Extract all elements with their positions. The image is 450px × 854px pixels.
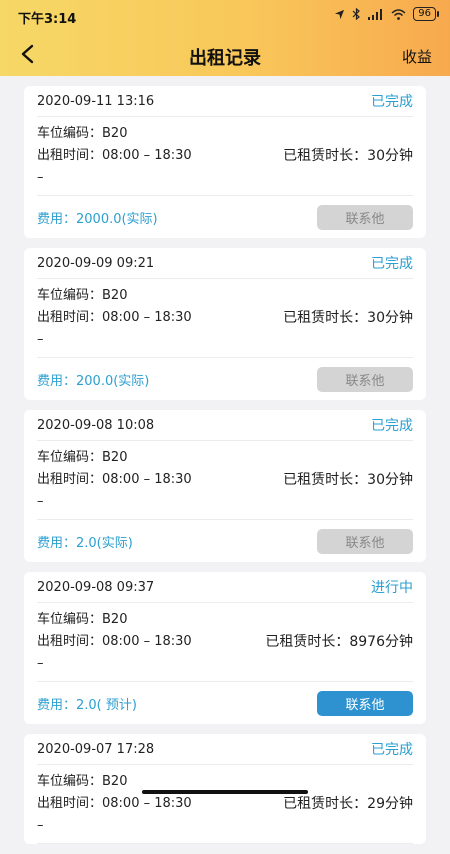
record-duration: 已租赁时长：8976分钟 [265, 634, 413, 650]
record-card: 2020-09-11 13:16 已完成 车位编码：B20 出租时间：08:00… [24, 86, 426, 238]
record-duration: 已租赁时长：29分钟 [283, 796, 413, 812]
record-status: 已完成 [371, 256, 413, 272]
record-status: 已完成 [371, 742, 413, 758]
record-card: 2020-09-09 09:21 已完成 车位编码：B20 出租时间：08:00… [24, 248, 426, 400]
page-title: 出租记录 [189, 48, 261, 69]
contact-button[interactable]: 联系他 [317, 690, 413, 716]
status-icons: 96 [334, 7, 439, 21]
income-link[interactable]: 收益 [402, 46, 432, 67]
record-datetime: 2020-09-08 09:37 [37, 579, 155, 595]
record-space-code: 车位编码：B20 [37, 126, 128, 141]
location-icon [335, 9, 345, 19]
record-space-code: 车位编码：B20 [37, 288, 128, 303]
record-card: 2020-09-08 10:08 已完成 车位编码：B20 出租时间：08:00… [24, 410, 426, 562]
battery-icon: 96 [413, 7, 439, 21]
signal-icon [368, 8, 383, 20]
record-fee: 费用：2.0(实际) [37, 535, 133, 551]
record-dash: – [37, 170, 44, 185]
record-status: 已完成 [371, 418, 413, 434]
record-card: 2020-09-07 17:28 已完成 车位编码：B20 出租时间：08:00… [24, 734, 426, 844]
contact-button[interactable]: 联系他 [317, 204, 413, 230]
record-card: 2020-09-08 09:37 进行中 车位编码：B20 出租时间：08:00… [24, 572, 426, 724]
record-dash: – [37, 656, 44, 671]
record-status: 进行中 [371, 580, 413, 596]
wifi-icon [391, 8, 406, 20]
record-dash: – [37, 818, 44, 833]
record-datetime: 2020-09-09 09:21 [37, 255, 155, 271]
bluetooth-icon [352, 8, 361, 20]
record-datetime: 2020-09-08 10:08 [37, 417, 155, 433]
record-dash: – [37, 494, 44, 509]
record-datetime: 2020-09-11 13:16 [37, 93, 155, 109]
contact-button[interactable]: 联系他 [317, 366, 413, 392]
status-time: 下午3:14 [18, 12, 77, 27]
record-space-code: 车位编码：B20 [37, 450, 128, 465]
nav-bar: 出租记录 收益 [0, 36, 450, 76]
header: 下午3:14 96 出租记录 收益 [0, 0, 450, 76]
record-duration: 已租赁时长：30分钟 [283, 310, 413, 326]
record-list: 2020-09-11 13:16 已完成 车位编码：B20 出租时间：08:00… [24, 86, 426, 854]
record-duration: 已租赁时长：30分钟 [283, 472, 413, 488]
record-space-code: 车位编码：B20 [37, 612, 128, 627]
record-dash: – [37, 332, 44, 347]
record-duration: 已租赁时长：30分钟 [283, 148, 413, 164]
record-status: 已完成 [371, 94, 413, 110]
status-bar: 下午3:14 96 [0, 0, 450, 30]
home-indicator[interactable] [142, 790, 308, 794]
record-fee: 费用：200.0(实际) [37, 373, 150, 389]
record-fee: 费用：2000.0(实际) [37, 211, 158, 227]
record-fee: 费用：2.0( 预计) [37, 697, 137, 713]
contact-button[interactable]: 联系他 [317, 528, 413, 554]
record-datetime: 2020-09-07 17:28 [37, 741, 155, 757]
